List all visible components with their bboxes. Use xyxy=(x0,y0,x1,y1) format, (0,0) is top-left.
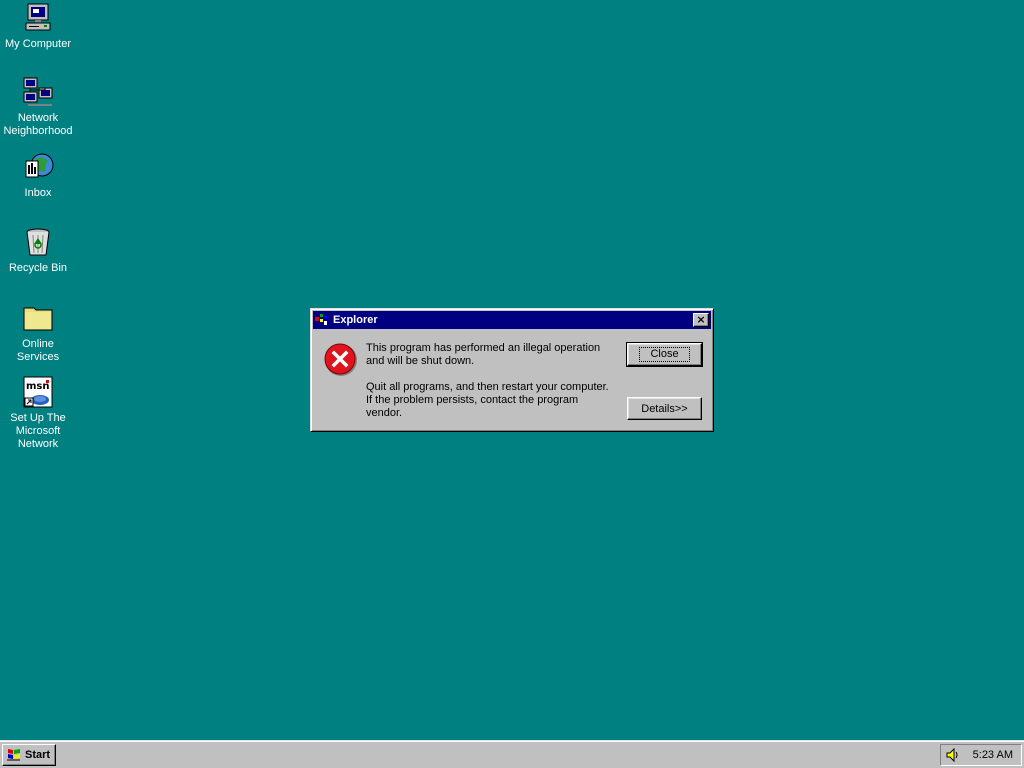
desktop-icon-recycle-bin[interactable]: Recycle Bin xyxy=(0,226,76,275)
close-button[interactable]: Close xyxy=(626,342,703,367)
taskbar: Start 5:23 AM xyxy=(0,740,1024,768)
desktop-icon-network-neighborhood[interactable]: Network Neighborhood xyxy=(0,76,76,138)
desktop-icon-label: Online Services xyxy=(16,338,60,363)
desktop-icon-label: My Computer xyxy=(4,38,72,50)
dialog-title: Explorer xyxy=(333,314,378,326)
recycle-bin-icon xyxy=(22,226,54,258)
details-button-label: Details>> xyxy=(641,402,688,415)
folder-icon xyxy=(22,302,54,334)
system-tray: 5:23 AM xyxy=(940,744,1022,766)
speaker-icon[interactable] xyxy=(945,747,961,763)
details-button[interactable]: Details>> xyxy=(627,397,702,420)
desktop-icon-inbox[interactable]: Inbox xyxy=(0,151,76,200)
error-message-secondary: Quit all programs, and then restart your… xyxy=(366,381,609,419)
explorer-app-icon xyxy=(315,313,329,327)
dialog-title-bar[interactable]: Explorer × xyxy=(313,311,711,329)
svg-text:msn: msn xyxy=(26,381,50,392)
desktop-icon-label: Network Neighborhood xyxy=(3,112,73,137)
close-button-label: Close xyxy=(639,347,690,362)
error-icon xyxy=(324,343,358,377)
title-close-button[interactable]: × xyxy=(693,313,709,327)
desktop-icon-label: Recycle Bin xyxy=(8,262,68,274)
computer-icon xyxy=(22,2,54,34)
start-label: Start xyxy=(25,749,51,761)
desktop-icon-label: Set Up The Microsoft Network xyxy=(10,412,66,450)
windows-logo-icon xyxy=(6,748,22,762)
error-message-primary: This program has performed an illegal op… xyxy=(366,342,601,367)
desktop-icon-my-computer[interactable]: My Computer xyxy=(0,2,76,51)
error-dialog: Explorer × This program has performed an… xyxy=(310,308,714,432)
desktop-icon-set-up-msn[interactable]: msn Set Up The Microsoft Network xyxy=(0,376,76,451)
clock[interactable]: 5:23 AM xyxy=(973,749,1013,761)
error-message: This program has performed an illegal op… xyxy=(366,342,616,420)
start-button[interactable]: Start xyxy=(2,744,56,766)
desktop-icon-label: Inbox xyxy=(24,187,52,199)
msn-icon: msn xyxy=(22,376,54,408)
desktop-icon-online-services[interactable]: Online Services xyxy=(0,302,76,364)
inbox-icon xyxy=(22,151,54,183)
network-icon xyxy=(22,76,54,108)
